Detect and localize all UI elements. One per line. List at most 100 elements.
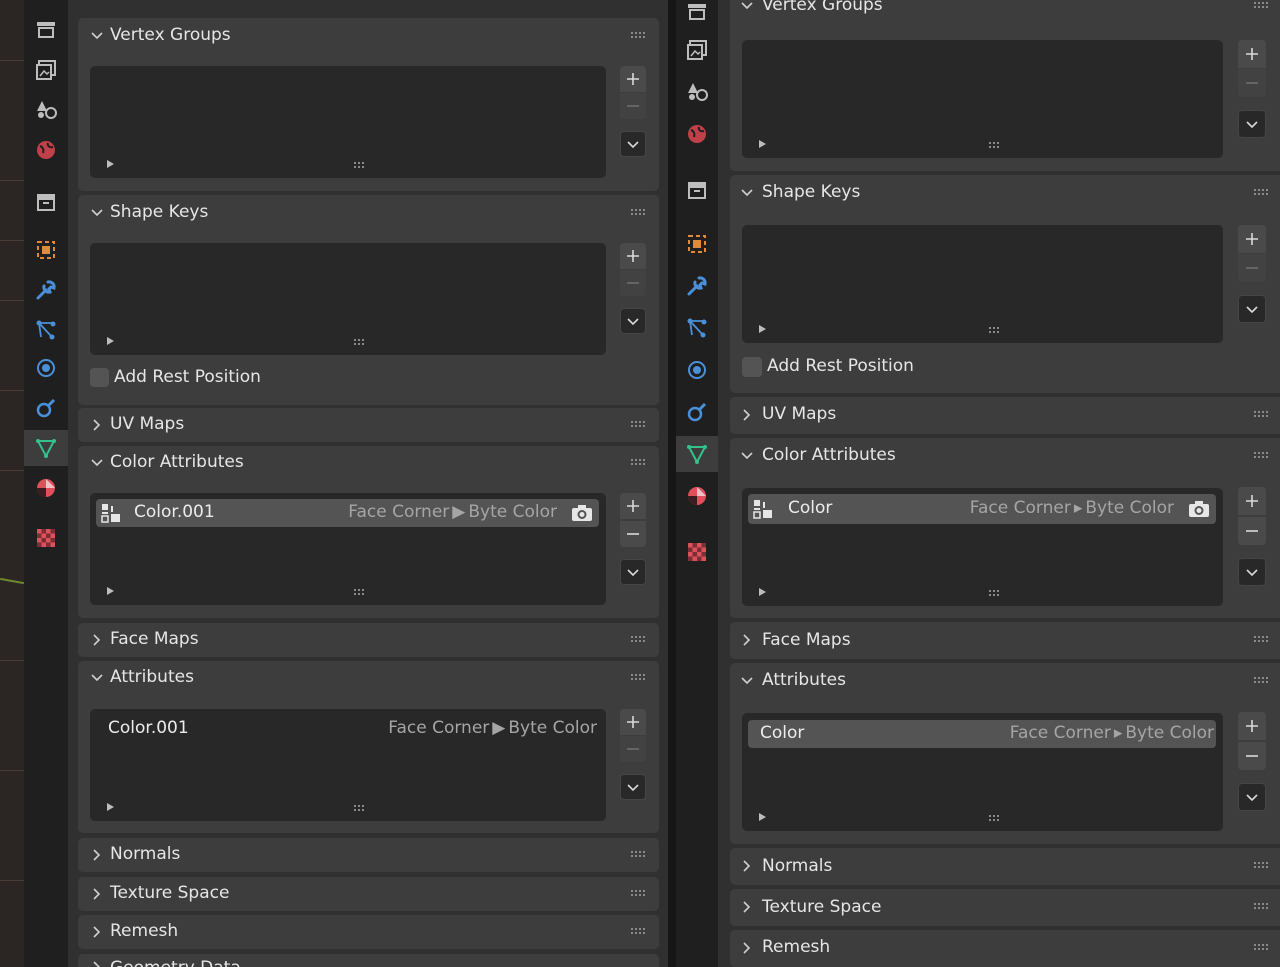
tab-output[interactable]: [676, 32, 718, 68]
panel-header-vertex-groups[interactable]: Vertex Groups: [78, 18, 659, 54]
add-vertex-group-button[interactable]: [620, 66, 646, 92]
drag-grip-icon[interactable]: [631, 890, 649, 898]
tab-constraints[interactable]: [676, 394, 718, 430]
panel-header-attributes[interactable]: Attributes: [730, 663, 1280, 699]
tab-render[interactable]: [676, 0, 718, 30]
remove-vertex-group-button[interactable]: [620, 93, 646, 119]
add-attribute-button[interactable]: [620, 709, 646, 735]
camera-render-icon[interactable]: [571, 504, 593, 522]
drag-grip-icon[interactable]: [1254, 677, 1272, 685]
drag-grip-icon[interactable]: [631, 928, 649, 936]
panel-header-face-maps[interactable]: Face Maps: [78, 623, 659, 657]
remove-color-attribute-button[interactable]: [1238, 517, 1266, 545]
expand-arrow-icon[interactable]: [759, 325, 766, 333]
add-attribute-button[interactable]: [1238, 712, 1266, 740]
remove-attribute-button[interactable]: [1238, 742, 1266, 770]
camera-render-icon[interactable]: [1188, 500, 1210, 518]
tab-object-data[interactable]: [676, 436, 718, 472]
list-resize-grip-icon[interactable]: [354, 339, 368, 345]
tab-world[interactable]: [676, 116, 718, 152]
tab-particles[interactable]: [676, 310, 718, 346]
drag-grip-icon[interactable]: [1254, 189, 1272, 197]
drag-grip-icon[interactable]: [631, 459, 649, 467]
vertex-groups-specials-menu[interactable]: [620, 131, 646, 157]
list-resize-grip-icon[interactable]: [354, 589, 368, 595]
attribute-row[interactable]: Color Face Corner ▸ Byte Color: [748, 720, 1216, 748]
tab-scene[interactable]: [24, 92, 68, 128]
drag-grip-icon[interactable]: [1254, 2, 1272, 10]
shape-keys-list[interactable]: [742, 225, 1223, 343]
drag-grip-icon[interactable]: [1254, 862, 1272, 870]
panel-header-shape-keys[interactable]: Shape Keys: [730, 175, 1280, 211]
tab-render[interactable]: [24, 12, 68, 48]
shape-keys-list[interactable]: [90, 243, 606, 355]
panel-header-shape-keys[interactable]: Shape Keys: [78, 195, 659, 231]
remove-color-attribute-button[interactable]: [620, 521, 646, 547]
panel-header-texture-space[interactable]: Texture Space: [78, 877, 659, 911]
add-rest-position-checkbox[interactable]: [90, 368, 109, 387]
tab-physics[interactable]: [24, 350, 68, 386]
panel-header-remesh[interactable]: Remesh: [730, 930, 1280, 967]
tab-constraints[interactable]: [24, 390, 68, 426]
panel-header-normals[interactable]: Normals: [730, 848, 1280, 885]
color-attribute-row[interactable]: Color.001 Face Corner ▶ Byte Color: [96, 499, 599, 527]
color-attributes-specials-menu[interactable]: [620, 559, 646, 585]
expand-arrow-icon[interactable]: [759, 140, 766, 148]
color-attributes-specials-menu[interactable]: [1238, 558, 1266, 586]
attribute-row[interactable]: Color.001 Face Corner ▶ Byte Color: [96, 715, 599, 743]
color-attributes-list[interactable]: Color Face Corner ▸ Byte Color: [742, 488, 1223, 606]
properties-panel-right[interactable]: Vertex Groups Shape Keys Add Rest Positi…: [718, 0, 1280, 967]
drag-grip-icon[interactable]: [631, 32, 649, 40]
add-vertex-group-button[interactable]: [1238, 40, 1266, 68]
color-attribute-row[interactable]: Color Face Corner ▸ Byte Color: [748, 494, 1216, 524]
area-divider[interactable]: [668, 0, 676, 967]
drag-grip-icon[interactable]: [631, 851, 649, 859]
shape-keys-specials-menu[interactable]: [620, 308, 646, 334]
add-rest-position-checkbox[interactable]: [742, 357, 762, 377]
list-resize-grip-icon[interactable]: [989, 327, 1003, 333]
panel-header-remesh[interactable]: Remesh: [78, 915, 659, 949]
add-shape-key-button[interactable]: [620, 243, 646, 269]
panel-header-attributes[interactable]: Attributes: [78, 661, 659, 697]
panel-header-uv-maps[interactable]: UV Maps: [730, 397, 1280, 434]
attributes-list[interactable]: Color Face Corner ▸ Byte Color: [742, 713, 1223, 831]
panel-header-face-maps[interactable]: Face Maps: [730, 622, 1280, 659]
attributes-list[interactable]: Color.001 Face Corner ▶ Byte Color: [90, 709, 606, 821]
list-resize-grip-icon[interactable]: [354, 162, 368, 168]
expand-arrow-icon[interactable]: [107, 587, 114, 595]
tab-object[interactable]: [24, 232, 68, 268]
tab-output[interactable]: [24, 52, 68, 88]
tab-material[interactable]: [676, 478, 718, 514]
tab-object-data[interactable]: [24, 430, 68, 466]
tab-world[interactable]: [24, 132, 68, 168]
remove-vertex-group-button[interactable]: [1238, 69, 1266, 97]
panel-header-color-attributes[interactable]: Color Attributes: [730, 438, 1280, 474]
list-resize-grip-icon[interactable]: [989, 815, 1003, 821]
tab-modifiers[interactable]: [676, 268, 718, 304]
remove-shape-key-button[interactable]: [1238, 254, 1266, 282]
tab-modifiers[interactable]: [24, 272, 68, 308]
tab-physics[interactable]: [676, 352, 718, 388]
expand-arrow-icon[interactable]: [107, 337, 114, 345]
panel-header-normals[interactable]: Normals: [78, 838, 659, 872]
drag-grip-icon[interactable]: [1254, 903, 1272, 911]
tab-scene[interactable]: [676, 74, 718, 110]
remove-attribute-button[interactable]: [620, 736, 646, 762]
attributes-specials-menu[interactable]: [620, 774, 646, 800]
add-color-attribute-button[interactable]: [620, 493, 646, 519]
drag-grip-icon[interactable]: [1254, 636, 1272, 644]
panel-header-texture-space[interactable]: Texture Space: [730, 889, 1280, 926]
shape-keys-specials-menu[interactable]: [1238, 295, 1266, 323]
vertex-groups-list[interactable]: [742, 40, 1223, 158]
drag-grip-icon[interactable]: [631, 636, 649, 644]
tab-collection[interactable]: [24, 184, 68, 220]
expand-arrow-icon[interactable]: [107, 803, 114, 811]
panel-header-uv-maps[interactable]: UV Maps: [78, 408, 659, 442]
list-resize-grip-icon[interactable]: [354, 805, 368, 811]
tab-particles[interactable]: [24, 312, 68, 348]
remove-shape-key-button[interactable]: [620, 270, 646, 296]
tab-material[interactable]: [24, 470, 68, 506]
panel-header-color-attributes[interactable]: Color Attributes: [78, 446, 659, 482]
tab-object[interactable]: [676, 226, 718, 262]
add-shape-key-button[interactable]: [1238, 225, 1266, 253]
